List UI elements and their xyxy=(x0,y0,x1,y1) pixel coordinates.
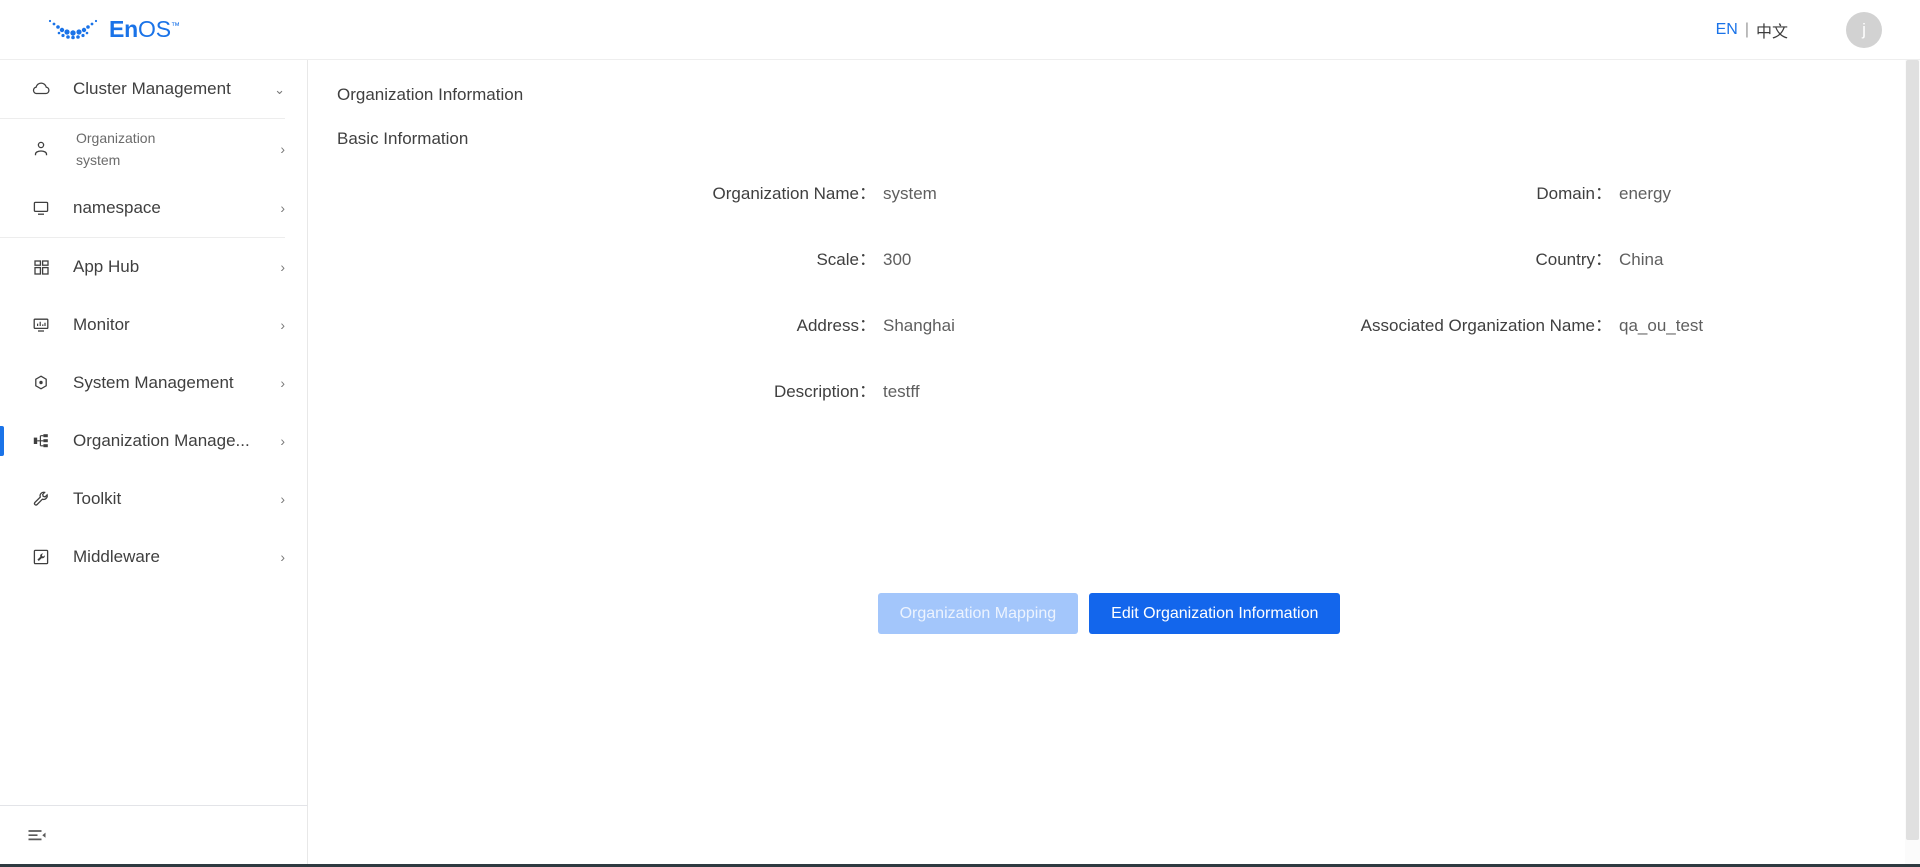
sidebar-item-cluster-management[interactable]: Cluster Management ⌄ xyxy=(0,60,307,118)
org-chart-icon xyxy=(30,430,52,452)
field-value: Shanghai xyxy=(883,316,955,335)
sidebar-item-toolkit[interactable]: Toolkit › xyxy=(0,470,307,528)
sidebar-item-namespace[interactable]: namespace › xyxy=(0,179,307,237)
field-label: Organization Name： xyxy=(712,184,876,203)
chevron-right-icon: › xyxy=(280,200,285,216)
field-description: Description： testff xyxy=(309,377,1135,443)
brand-logo[interactable]: EnOS™ xyxy=(46,16,180,44)
sidebar-item-label: Organization system xyxy=(76,127,280,172)
lang-zh-option[interactable]: 中文 xyxy=(1756,18,1788,42)
wrench-icon xyxy=(30,488,52,510)
field-value: 300 xyxy=(883,250,912,269)
sidebar-item-middleware[interactable]: Middleware › xyxy=(0,528,307,586)
chevron-down-icon: ⌄ xyxy=(274,81,285,97)
field-scale: Scale： 300 xyxy=(309,245,1135,311)
field-label: Domain： xyxy=(1536,184,1612,203)
brand-name-light: OS xyxy=(138,16,171,42)
chevron-right-icon: › xyxy=(280,375,285,391)
field-label: Country： xyxy=(1535,250,1612,269)
sidebar-item-label: Monitor xyxy=(73,315,130,334)
field-associated-organization-name: Associated Organization Name： qa_ou_test xyxy=(1135,311,1909,377)
chevron-right-icon: › xyxy=(280,141,285,157)
field-value: testff xyxy=(883,382,920,401)
sidebar-item-organization-management[interactable]: Organization Manage... › xyxy=(0,412,307,470)
lang-en-option[interactable]: EN xyxy=(1716,21,1738,39)
sidebar-item-label: namespace xyxy=(73,198,161,217)
chevron-right-icon: › xyxy=(280,433,285,449)
sidebar-item-label: Middleware xyxy=(73,547,160,566)
field-value: energy xyxy=(1619,184,1671,203)
field-value: system xyxy=(883,184,937,203)
brand-name: EnOS™ xyxy=(109,16,180,43)
sidebar-footer xyxy=(0,805,308,867)
field-organization-name: Organization Name： system xyxy=(309,179,1135,245)
page-scrollbar-thumb[interactable] xyxy=(1906,60,1919,840)
box-wrench-icon xyxy=(30,546,52,568)
field-address: Address： Shanghai xyxy=(309,311,1135,377)
field-label: Scale： xyxy=(816,250,876,269)
avatar[interactable]: j xyxy=(1846,11,1882,48)
page-scrollbar-track[interactable] xyxy=(1905,60,1920,867)
chevron-right-icon: › xyxy=(280,549,285,565)
sidebar-item-system-management[interactable]: System Management › xyxy=(0,354,307,412)
trademark-symbol: ™ xyxy=(170,20,180,31)
sidebar-item-label: Cluster Management xyxy=(73,79,231,98)
monitor-icon xyxy=(30,197,52,219)
sidebar-item-label: System Management xyxy=(73,373,234,392)
chevron-right-icon: › xyxy=(280,317,285,333)
grid-apps-icon xyxy=(30,256,52,278)
field-label: Associated Organization Name： xyxy=(1360,316,1612,335)
chevron-right-icon: › xyxy=(280,491,285,507)
language-switcher: EN | 中文 xyxy=(1716,18,1788,42)
sidebar-item-app-hub[interactable]: App Hub › xyxy=(0,238,307,296)
field-domain: Domain： energy xyxy=(1135,179,1909,245)
action-button-row: Organization Mapping Edit Organization I… xyxy=(309,593,1909,634)
sidebar-item-label-line1: Organization xyxy=(76,129,156,146)
hexagon-gear-icon xyxy=(30,372,52,394)
field-country: Country： China xyxy=(1135,245,1909,311)
cloud-icon xyxy=(30,78,52,100)
brand-name-bold: En xyxy=(109,16,138,42)
chevron-right-icon: › xyxy=(280,259,285,275)
sidebar-item-label-line2: system xyxy=(76,152,121,168)
edit-organization-information-button[interactable]: Edit Organization Information xyxy=(1089,593,1341,634)
top-header-bar: EnOS™ EN | 中文 j xyxy=(0,0,1920,60)
menu-fold-icon[interactable] xyxy=(27,829,47,845)
sidebar-nav: Cluster Management ⌄ Organization system… xyxy=(0,60,308,805)
field-value: qa_ou_test xyxy=(1619,316,1704,335)
field-value: China xyxy=(1619,250,1664,269)
organization-mapping-button[interactable]: Organization Mapping xyxy=(877,593,1079,634)
sidebar-item-monitor[interactable]: Monitor › xyxy=(0,296,307,354)
sidebar-item-label: App Hub xyxy=(73,257,140,276)
user-icon xyxy=(30,138,52,160)
sidebar-item-organization[interactable]: Organization system › xyxy=(0,119,307,179)
page-title: Organization Information xyxy=(337,85,524,104)
organization-details-grid: Organization Name： system Domain： energy… xyxy=(309,179,1909,443)
main-content: Organization Information Basic Informati… xyxy=(309,60,1909,867)
field-label: Address： xyxy=(796,316,876,335)
field-label: Description： xyxy=(773,382,876,401)
sidebar-item-label: Toolkit xyxy=(73,489,122,508)
dashboard-icon xyxy=(30,314,52,336)
enos-dots-logo-icon xyxy=(48,19,98,39)
section-title: Basic Information xyxy=(337,129,469,148)
topbar-right-group: EN | 中文 j xyxy=(1716,11,1920,48)
sidebar-item-label: Organization Manage... xyxy=(73,431,250,450)
lang-separator: | xyxy=(1744,20,1749,38)
